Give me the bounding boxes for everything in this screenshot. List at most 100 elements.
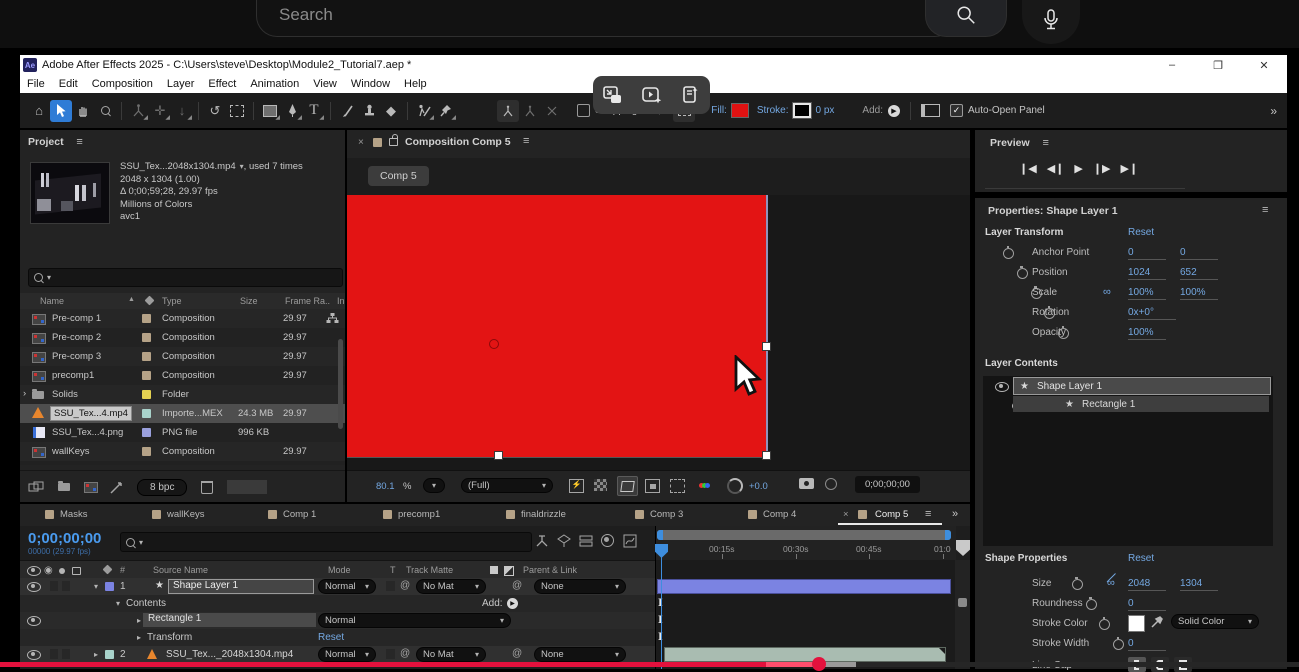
menu-animation[interactable]: Animation	[243, 78, 306, 90]
motion-blur-icon[interactable]	[601, 534, 614, 547]
lock-column-icon[interactable]	[72, 567, 81, 575]
tab-masks[interactable]: Masks	[60, 509, 87, 520]
column-name[interactable]: Name	[40, 296, 64, 306]
link-dimensions-icon[interactable]: ∞	[1103, 286, 1111, 298]
mode-dropdown[interactable]: Normal▾	[318, 579, 376, 594]
visibility-eye-icon[interactable]	[995, 382, 1009, 392]
interpret-footage-button[interactable]	[28, 481, 44, 493]
project-scrollbar[interactable]	[338, 339, 343, 429]
add-button[interactable]: ▶	[888, 105, 900, 117]
dolly-camera-tool[interactable]: ↓◢	[171, 100, 193, 122]
rotation-tool[interactable]: ↺	[204, 100, 226, 122]
project-row-selected[interactable]: SSU_Tex...4.mp4 Importe...MEX 24.3 MB 29…	[20, 404, 345, 423]
project-row-folder[interactable]: › Solids Folder	[20, 385, 345, 404]
label-chip[interactable]	[142, 371, 151, 380]
restore-button[interactable]: ❐	[1195, 59, 1241, 72]
project-settings-icon[interactable]	[110, 481, 123, 494]
position-x-value[interactable]: 1024	[1128, 267, 1166, 280]
snapshot-camera-icon[interactable]	[799, 478, 814, 489]
scale-x-value[interactable]: 100%	[1128, 287, 1166, 300]
minimize-button[interactable]: –	[1149, 59, 1195, 71]
item-name[interactable]: Solids	[52, 389, 78, 400]
panel-icon[interactable]	[921, 104, 940, 117]
type-tool[interactable]: T◢	[303, 100, 325, 122]
audio-column-icon[interactable]: ◉	[44, 565, 53, 576]
work-area-end-handle[interactable]	[945, 530, 951, 540]
project-row[interactable]: Pre-comp 3 Composition 29.97	[20, 347, 345, 366]
mode-dropdown[interactable]: Normal▾	[318, 647, 376, 662]
orbit-camera-tool[interactable]: ◢	[127, 100, 149, 122]
tab-comp1[interactable]: Comp 1	[283, 509, 316, 520]
panel-menu-icon[interactable]: ≡	[1042, 137, 1048, 149]
item-name[interactable]: Pre-comp 2	[52, 332, 101, 343]
voice-search-button[interactable]	[1022, 0, 1080, 44]
tab-wallkeys[interactable]: wallKeys	[167, 509, 205, 520]
size-x-value[interactable]: 2048	[1128, 578, 1166, 591]
video-progress-bar[interactable]	[0, 662, 1299, 667]
menu-view[interactable]: View	[306, 78, 344, 90]
project-row[interactable]: wallKeys Composition 29.97	[20, 442, 345, 461]
t-toggle[interactable]	[386, 581, 395, 591]
local-axis-mode-button[interactable]	[497, 100, 519, 122]
transparency-grid-icon[interactable]	[594, 479, 607, 491]
t-toggle[interactable]	[386, 649, 395, 659]
rectangle-name[interactable]: Rectangle 1	[143, 613, 316, 627]
column-frame-rate[interactable]: Frame Ra..	[285, 296, 330, 306]
tab-comp3[interactable]: Comp 3	[650, 509, 683, 520]
shape-reset-button[interactable]: Reset	[1128, 553, 1154, 564]
label-column-icon[interactable]	[145, 296, 155, 306]
transform-reset-button[interactable]: Reset	[1128, 227, 1154, 238]
roundness-stopwatch-icon[interactable]	[1086, 599, 1097, 610]
work-area-start-handle[interactable]	[657, 530, 663, 540]
parent-dropdown[interactable]: None▾	[534, 647, 626, 662]
transform-reset-link[interactable]: Reset	[318, 632, 344, 643]
project-row[interactable]: Pre-comp 2 Composition 29.97	[20, 328, 345, 347]
eraser-tool[interactable]: ◆	[380, 100, 402, 122]
channels-icon[interactable]	[699, 480, 710, 491]
panel-menu-icon[interactable]: ≡	[76, 136, 82, 148]
menu-window[interactable]: Window	[344, 78, 397, 90]
twirl-right-icon[interactable]: ▸	[137, 633, 141, 642]
rotation-value[interactable]: 0x+0°	[1128, 307, 1176, 320]
item-name-selected[interactable]: SSU_Tex...4.mp4	[50, 406, 132, 421]
twirl-right-icon[interactable]: ▸	[137, 616, 141, 625]
project-search-input[interactable]: ▾	[28, 268, 343, 287]
home-tool[interactable]: ⌂	[28, 100, 50, 122]
preview-tab[interactable]: Preview ≡	[990, 137, 1049, 149]
track-matte-dropdown[interactable]: No Mat▾	[416, 579, 486, 594]
stroke-label[interactable]: Stroke:	[757, 105, 789, 116]
eyedropper-icon[interactable]	[1150, 615, 1164, 629]
mini-flowchart-icon[interactable]	[535, 534, 549, 548]
menu-help[interactable]: Help	[397, 78, 434, 90]
menu-layer[interactable]: Layer	[160, 78, 202, 90]
layer-name-selected[interactable]: Shape Layer 1	[168, 579, 314, 594]
resize-handle-corner[interactable]	[762, 451, 771, 460]
parent-dropdown[interactable]: None▾	[534, 579, 626, 594]
anchor-x-value[interactable]: 0	[1128, 247, 1166, 260]
shape-layer-bar[interactable]	[657, 579, 951, 594]
new-folder-button[interactable]	[58, 483, 70, 491]
panel-menu-icon[interactable]: ≡	[1262, 204, 1268, 216]
new-composition-button[interactable]	[84, 482, 98, 493]
label-chip[interactable]	[142, 352, 151, 361]
tab-finaldrizzle[interactable]: finaldrizzle	[521, 509, 566, 520]
stroke-color-swatch[interactable]	[1128, 615, 1145, 632]
pickwhip-icon[interactable]: @	[400, 580, 410, 591]
layer-label-chip[interactable]	[105, 582, 114, 591]
expand-chevron-icon[interactable]: ›	[23, 388, 26, 399]
timeline-gutter-icon[interactable]	[958, 598, 967, 607]
stroke-color-stopwatch-icon[interactable]	[1099, 619, 1110, 630]
picture-in-picture-icon[interactable]	[603, 86, 623, 104]
roto-brush-tool[interactable]: ◢	[413, 100, 435, 122]
panel-menu-icon[interactable]: ≡	[523, 135, 529, 147]
label-chip[interactable]	[142, 447, 151, 456]
size-y-value[interactable]: 1304	[1180, 578, 1218, 591]
sort-ascending-icon[interactable]: ▲	[128, 296, 135, 303]
video-column-icon[interactable]	[27, 566, 41, 576]
brush-tool[interactable]	[336, 100, 358, 122]
stroke-color-swatch[interactable]	[793, 103, 811, 118]
t-column[interactable]: T	[390, 565, 396, 575]
show-snapshot-icon[interactable]	[825, 478, 837, 490]
contents-item-rectangle[interactable]: ★ Rectangle 1	[1013, 396, 1269, 412]
add-shape-button[interactable]: ▶	[507, 598, 518, 609]
